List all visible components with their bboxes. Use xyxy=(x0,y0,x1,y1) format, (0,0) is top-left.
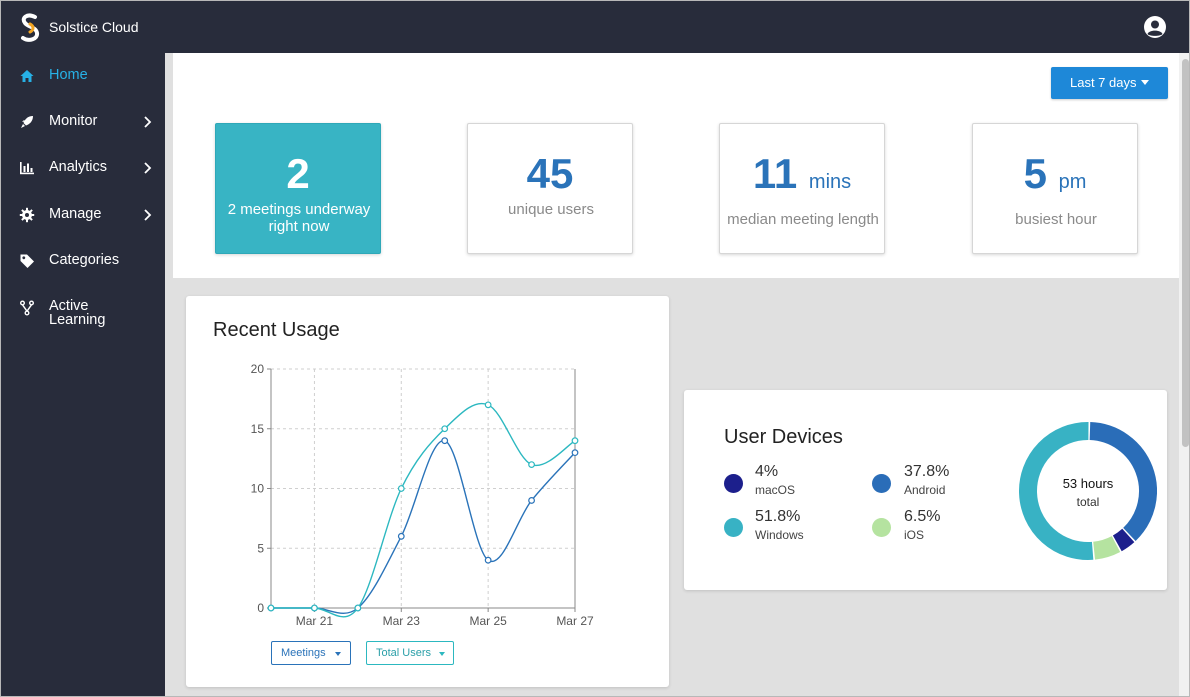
gear-icon xyxy=(19,207,35,223)
y-tick-label: 10 xyxy=(251,482,265,496)
stat-card-unique-users: 45 unique users xyxy=(467,123,633,254)
sidebar: Home Monitor Analytics Manage Categories… xyxy=(1,53,165,696)
sidebar-item-label: Manage xyxy=(49,206,102,222)
stat-value: 45 xyxy=(526,150,574,197)
android-label: Android xyxy=(904,483,946,497)
donut-total-label: total xyxy=(1076,495,1100,509)
sidebar-item-label: Monitor xyxy=(49,113,98,129)
donut-total-value: 53 hours xyxy=(1062,476,1114,491)
sidebar-item-active-learning[interactable]: Active Learning xyxy=(1,294,165,334)
legend-label: Meetings xyxy=(281,647,326,659)
donut-slice-macos xyxy=(1112,528,1135,552)
ios-label: iOS xyxy=(904,528,925,542)
windows-label: Windows xyxy=(755,528,804,542)
caret-down-icon xyxy=(1141,80,1149,85)
bar-chart-icon xyxy=(20,162,34,175)
data-point xyxy=(484,401,492,409)
y-tick-label: 5 xyxy=(257,541,264,555)
y-tick-label: 15 xyxy=(251,422,265,436)
stat-unit: mins xyxy=(808,171,852,193)
date-range-dropdown[interactable]: Last 7 days xyxy=(1051,67,1168,99)
stat-label: busiest hour xyxy=(1015,211,1097,228)
caret-down-icon xyxy=(335,652,341,656)
android-legend-dot xyxy=(872,474,891,493)
legend-label: Total Users xyxy=(376,647,432,659)
recent-usage-title: Recent Usage xyxy=(213,319,340,341)
date-range-label: Last 7 days xyxy=(1070,75,1137,90)
macos-label: macOS xyxy=(755,483,796,497)
top-bar: Solstice Cloud xyxy=(1,1,1189,53)
ios-percent: 6.5% xyxy=(904,508,941,525)
tag-icon xyxy=(20,254,34,268)
stat-label: unique users xyxy=(508,201,594,218)
data-point xyxy=(441,425,449,433)
app-title: Solstice Cloud xyxy=(49,19,139,35)
series-line-1 xyxy=(271,402,576,618)
sidebar-item-label: Analytics xyxy=(49,159,108,175)
chevron-right-icon xyxy=(144,116,152,128)
stat-card-active-meetings: 2 2 meetings underway right now xyxy=(215,123,381,254)
x-tick-label: Mar 25 xyxy=(469,614,507,628)
windows-legend-dot xyxy=(724,518,743,537)
data-point xyxy=(397,532,405,540)
sidebar-item-label: Home xyxy=(49,67,88,83)
macos-legend-dot xyxy=(724,474,743,493)
chevron-right-icon xyxy=(144,209,152,221)
data-point xyxy=(528,461,535,468)
stat-value: 2 xyxy=(286,150,310,197)
sidebar-item-categories[interactable]: Categories xyxy=(1,241,165,281)
x-tick-label: Mar 21 xyxy=(296,614,334,628)
android-percent: 37.8% xyxy=(904,463,950,480)
data-point xyxy=(528,497,535,504)
data-point xyxy=(484,556,492,564)
stat-card-median-length: 11 mins median meeting length xyxy=(719,123,885,254)
total-users-series-toggle[interactable]: Total Users xyxy=(366,641,454,665)
account-circle-icon[interactable] xyxy=(1143,15,1167,39)
caret-down-icon xyxy=(439,652,445,656)
data-point xyxy=(267,604,275,612)
x-tick-label: Mar 23 xyxy=(383,614,421,628)
recent-usage-chart: 0 5 10 15 20 Mar 21 Mar 23 Mar 25 Mar 27 xyxy=(251,362,594,628)
sidebar-gutter xyxy=(165,53,173,696)
y-tick-label: 20 xyxy=(251,362,265,376)
data-point xyxy=(571,449,579,457)
windows-percent: 51.8% xyxy=(755,508,801,525)
data-point xyxy=(354,604,362,612)
rocket-icon xyxy=(21,116,33,128)
user-devices-donut-chart xyxy=(1019,422,1157,560)
macos-percent: 4% xyxy=(755,463,779,480)
stat-value: 5 pm xyxy=(1023,150,1087,197)
stat-label: median meeting length xyxy=(727,211,879,228)
sidebar-item-analytics[interactable]: Analytics xyxy=(1,148,165,188)
user-devices-title: User Devices xyxy=(724,426,843,448)
data-point xyxy=(397,485,405,492)
data-point xyxy=(441,437,449,445)
scrollbar-thumb[interactable] xyxy=(1182,59,1189,447)
stat-unit: pm xyxy=(1058,171,1087,193)
solstice-logo-icon xyxy=(21,13,40,42)
app-frame: Solstice Cloud Home Monitor Analytics Ma… xyxy=(0,0,1190,697)
donut-slice-windows xyxy=(1019,422,1094,560)
data-point xyxy=(311,604,318,612)
meetings-series-toggle[interactable]: Meetings xyxy=(271,641,351,665)
ios-legend-dot xyxy=(872,518,891,537)
sidebar-item-home[interactable]: Home xyxy=(1,56,165,96)
x-tick-label: Mar 27 xyxy=(556,614,594,628)
donut-slice-ios xyxy=(1092,535,1121,560)
stat-card-busiest-hour: 5 pm busiest hour xyxy=(972,123,1138,254)
sidebar-item-monitor[interactable]: Monitor xyxy=(1,102,165,142)
chevron-right-icon xyxy=(144,162,152,174)
stat-label: 2 meetings underway right now xyxy=(227,201,371,235)
fork-icon xyxy=(20,300,34,316)
sidebar-item-label: Categories xyxy=(49,252,120,268)
y-tick-label: 0 xyxy=(257,601,264,615)
data-point xyxy=(571,437,579,445)
home-icon xyxy=(20,70,34,82)
sidebar-item-label: Active Learning xyxy=(49,298,106,328)
sidebar-item-manage[interactable]: Manage xyxy=(1,195,165,235)
stat-value: 11 mins xyxy=(752,150,852,197)
